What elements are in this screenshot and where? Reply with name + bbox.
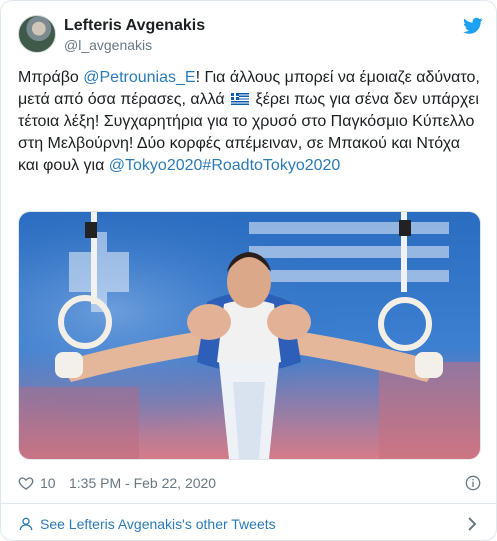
twitter-bird-icon[interactable]	[463, 17, 483, 35]
chevron-right-icon[interactable]	[465, 516, 479, 532]
tweet-text: Μπράβο @Petrounias_E! Για άλλους μπορεί …	[18, 67, 481, 177]
heart-icon[interactable]	[18, 475, 34, 491]
gymnast-on-rings-image	[19, 212, 480, 459]
mention-link[interactable]: @Petrounias_E	[83, 69, 195, 86]
person-icon	[19, 517, 33, 531]
tweet-meta: 10 1:35 PM - Feb 22, 2020	[18, 473, 481, 493]
like-count[interactable]: 10	[40, 475, 56, 491]
greece-flag-icon	[231, 93, 250, 105]
author-info[interactable]: Lefteris Avgenakis @l_avgenakis	[64, 16, 205, 54]
tweet-text-part: Μπράβο	[18, 69, 84, 86]
tweet-card: Lefteris Avgenakis @l_avgenakis Μπράβο @…	[0, 0, 497, 541]
other-tweets-label[interactable]: See Lefteris Avgenakis's other Tweets	[40, 516, 276, 532]
author-display-name[interactable]: Lefteris Avgenakis	[64, 16, 205, 36]
hashtag-link[interactable]: #RoadtoTokyo2020	[202, 157, 340, 174]
info-icon[interactable]	[465, 475, 481, 491]
tweet-header: Lefteris Avgenakis @l_avgenakis	[18, 13, 483, 57]
avatar[interactable]	[18, 15, 56, 53]
divider	[1, 503, 496, 504]
author-handle[interactable]: @l_avgenakis	[64, 36, 205, 54]
tweet-photo[interactable]	[18, 211, 481, 460]
other-tweets-link[interactable]: See Lefteris Avgenakis's other Tweets	[18, 514, 481, 534]
tweet-timestamp[interactable]: 1:35 PM - Feb 22, 2020	[69, 475, 216, 491]
tokyo2020-link[interactable]: @Tokyo2020	[109, 157, 203, 174]
